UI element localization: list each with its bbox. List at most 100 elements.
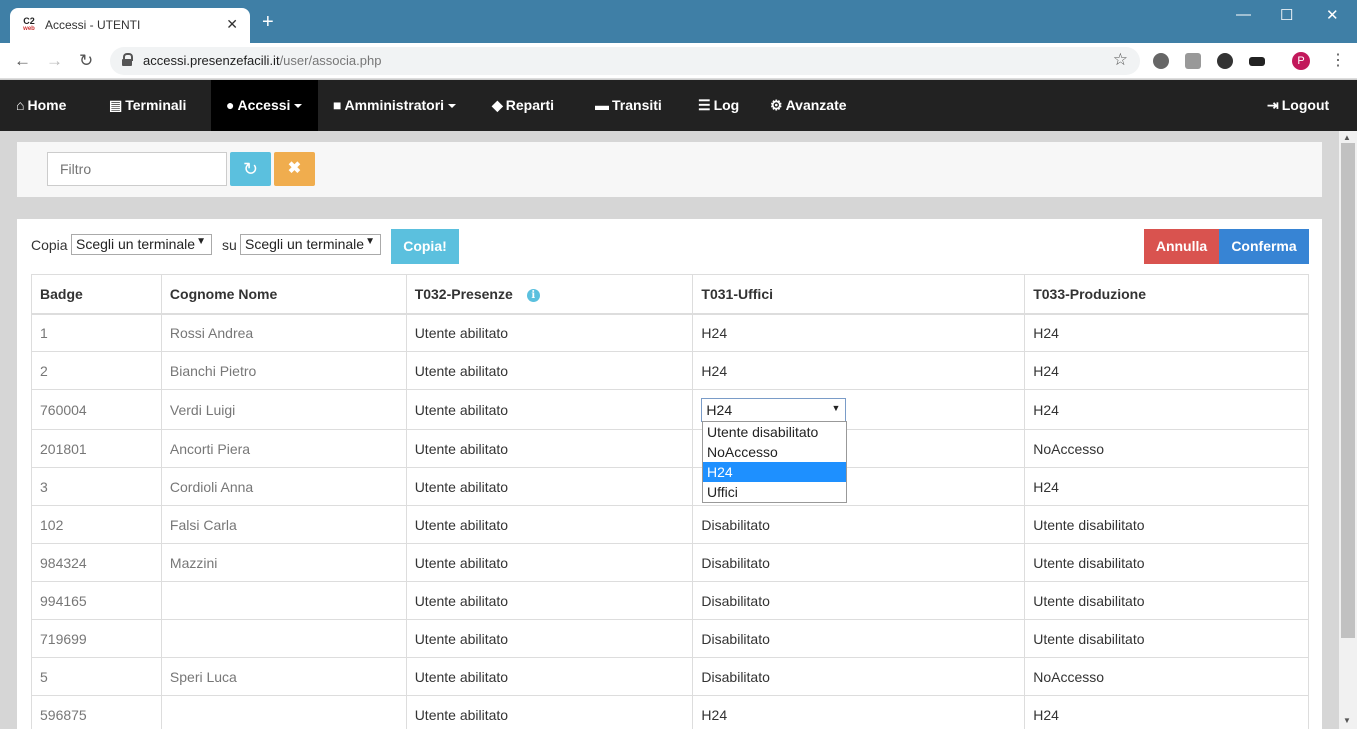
t033-cell[interactable]: H24 <box>1024 351 1309 390</box>
extension-icon[interactable] <box>1217 53 1233 69</box>
table-row: 1 Rossi Andrea Utente abilitato H24 H24 <box>31 313 1309 352</box>
nav-terminali[interactable]: ▤ Terminali <box>109 80 186 131</box>
incognito-extension-icon[interactable] <box>1249 57 1265 66</box>
extension-icon[interactable] <box>1185 53 1201 69</box>
t033-cell[interactable]: H24 <box>1024 389 1309 430</box>
browser-tab[interactable]: C2 web Accessi - UTENTI ✕ <box>10 8 250 43</box>
home-icon: ⌂ <box>16 97 25 113</box>
credit-card-icon: ▬ <box>595 97 609 113</box>
t032-cell[interactable]: Utente abilitato <box>405 429 694 468</box>
t031-cell[interactable]: H24 <box>692 351 1026 390</box>
t031-cell[interactable]: Disabilitato <box>692 619 1026 658</box>
filter-input[interactable] <box>47 152 227 186</box>
info-icon[interactable]: i <box>526 288 540 302</box>
t033-cell[interactable]: NoAccesso <box>1024 657 1309 696</box>
header-t031[interactable]: T031-Uffici <box>692 274 1026 315</box>
t032-cell[interactable]: Utente abilitato <box>405 351 694 390</box>
t033-cell[interactable]: H24 <box>1024 467 1309 506</box>
table-row: 5 Speri Luca Utente abilitato Disabilita… <box>31 657 1309 696</box>
table-row: 102 Falsi Carla Utente abilitato Disabil… <box>31 505 1309 544</box>
scrollbar-thumb[interactable] <box>1341 143 1355 638</box>
page-scrollbar[interactable]: ▲ ▼ <box>1339 131 1357 729</box>
copy-button[interactable]: Copia! <box>391 229 459 264</box>
close-icon: ✖ <box>287 160 302 177</box>
conferma-button[interactable]: Conferma <box>1219 229 1309 264</box>
header-t033[interactable]: T033-Produzione <box>1024 274 1309 315</box>
refresh-button[interactable]: ↻ <box>230 152 271 186</box>
t032-cell[interactable]: Utente abilitato <box>405 543 694 582</box>
scroll-down-icon[interactable]: ▼ <box>1343 716 1351 725</box>
nav-reparti[interactable]: ◆ Reparti <box>492 80 554 131</box>
t031-access-select[interactable]: H24 ▼ <box>701 397 847 422</box>
header-cognome-nome[interactable]: Cognome Nome <box>160 274 407 315</box>
minimize-icon[interactable]: — <box>1236 6 1251 23</box>
back-icon[interactable]: ← <box>14 51 31 71</box>
t032-cell[interactable]: Utente abilitato <box>405 695 694 729</box>
dropdown-option[interactable]: Uffici <box>703 482 846 502</box>
reload-icon[interactable]: ↻ <box>79 51 93 71</box>
t033-cell[interactable]: Utente disabilitato <box>1024 543 1309 582</box>
t031-cell[interactable]: Disabilitato <box>692 657 1026 696</box>
t032-cell[interactable]: Utente abilitato <box>405 389 694 430</box>
t031-cell[interactable]: Disabilitato <box>692 543 1026 582</box>
nav-home[interactable]: ⌂ Home <box>16 80 66 131</box>
nav-transiti[interactable]: ▬ Transiti <box>595 80 662 131</box>
maximize-icon[interactable]: ☐ <box>1280 6 1293 24</box>
scroll-up-icon[interactable]: ▲ <box>1343 133 1351 142</box>
badge-cell: 5 <box>31 657 162 696</box>
nav-logout[interactable]: ⇥ Logout <box>1267 80 1329 131</box>
t031-cell[interactable]: Disabilitato <box>692 581 1026 620</box>
t032-cell[interactable]: Utente abilitato <box>405 467 694 506</box>
app-navbar: ⌂ Home ▤ Terminali ● Accessi ■ Amministrator… <box>0 80 1357 131</box>
forward-icon[interactable]: → <box>46 51 63 71</box>
tab-close-icon[interactable]: ✕ <box>226 16 238 33</box>
table-row: 994165 Utente abilitato Disabilitato Ute… <box>31 581 1309 620</box>
new-tab-icon[interactable]: + <box>262 12 274 32</box>
profile-avatar[interactable]: P <box>1292 52 1310 70</box>
copy-to-select[interactable]: Scegli un terminale ▼ <box>240 234 382 255</box>
dropdown-option[interactable]: Utente disabilitato <box>703 422 846 442</box>
address-bar[interactable]: accessi.presenzefacili.it/user/associa.p… <box>110 47 1140 75</box>
t032-cell[interactable]: Utente abilitato <box>405 619 694 658</box>
name-cell <box>160 695 407 729</box>
dropdown-option[interactable]: NoAccesso <box>703 442 846 462</box>
table-row: 719699 Utente abilitato Disabilitato Ute… <box>31 619 1309 658</box>
nav-amministratori[interactable]: ■ Amministratori <box>333 80 457 131</box>
window-close-icon[interactable]: ✕ <box>1326 6 1339 24</box>
logout-icon: ⇥ <box>1267 97 1279 113</box>
nav-log[interactable]: ☰ Log <box>698 80 739 131</box>
t033-cell[interactable]: Utente disabilitato <box>1024 619 1309 658</box>
table-row: 3 Cordioli Anna Utente abilitato H24 <box>31 467 1309 506</box>
name-cell: Rossi Andrea <box>160 313 407 352</box>
t033-cell[interactable]: Utente disabilitato <box>1024 581 1309 620</box>
browser-menu-icon[interactable]: ⋮ <box>1330 50 1346 70</box>
header-badge[interactable]: Badge <box>31 274 162 315</box>
t033-cell[interactable]: H24 <box>1024 695 1309 729</box>
copy-from-select[interactable]: Scegli un terminale ▼ <box>71 234 213 255</box>
t033-cell[interactable]: Utente disabilitato <box>1024 505 1309 544</box>
t032-cell[interactable]: Utente abilitato <box>405 657 694 696</box>
tab-title: Accessi - UTENTI <box>45 18 141 32</box>
t031-cell[interactable]: Disabilitato <box>692 505 1026 544</box>
t033-cell[interactable]: NoAccesso <box>1024 429 1309 468</box>
nav-avanzate[interactable]: ⚙ Avanzate <box>770 80 847 131</box>
t031-cell[interactable]: H24 <box>692 695 1026 729</box>
dropdown-option-selected[interactable]: H24 <box>703 462 846 482</box>
annulla-button[interactable]: Annulla <box>1144 229 1219 264</box>
bookmark-star-icon[interactable]: ☆ <box>1113 50 1128 70</box>
clear-filter-button[interactable]: ✖ <box>274 152 315 186</box>
extension-icon[interactable] <box>1153 53 1169 69</box>
refresh-icon: ↻ <box>242 159 259 179</box>
access-table: Badge Cognome Nome T032-Presenze i T031-U… <box>31 274 1309 729</box>
name-cell: Ancorti Piera <box>160 429 407 468</box>
t031-cell[interactable]: H24 <box>692 313 1026 352</box>
name-cell: Verdi Luigi <box>160 389 407 430</box>
t033-cell[interactable]: H24 <box>1024 313 1309 352</box>
favicon-icon: C2 web <box>23 16 35 33</box>
t032-cell[interactable]: Utente abilitato <box>405 581 694 620</box>
t032-cell[interactable]: Utente abilitato <box>405 505 694 544</box>
tasks-icon: ☰ <box>698 97 711 113</box>
t032-cell[interactable]: Utente abilitato <box>405 313 694 352</box>
nav-accessi[interactable]: ● Accessi <box>211 80 318 131</box>
header-t032[interactable]: T032-Presenze i <box>405 274 694 315</box>
